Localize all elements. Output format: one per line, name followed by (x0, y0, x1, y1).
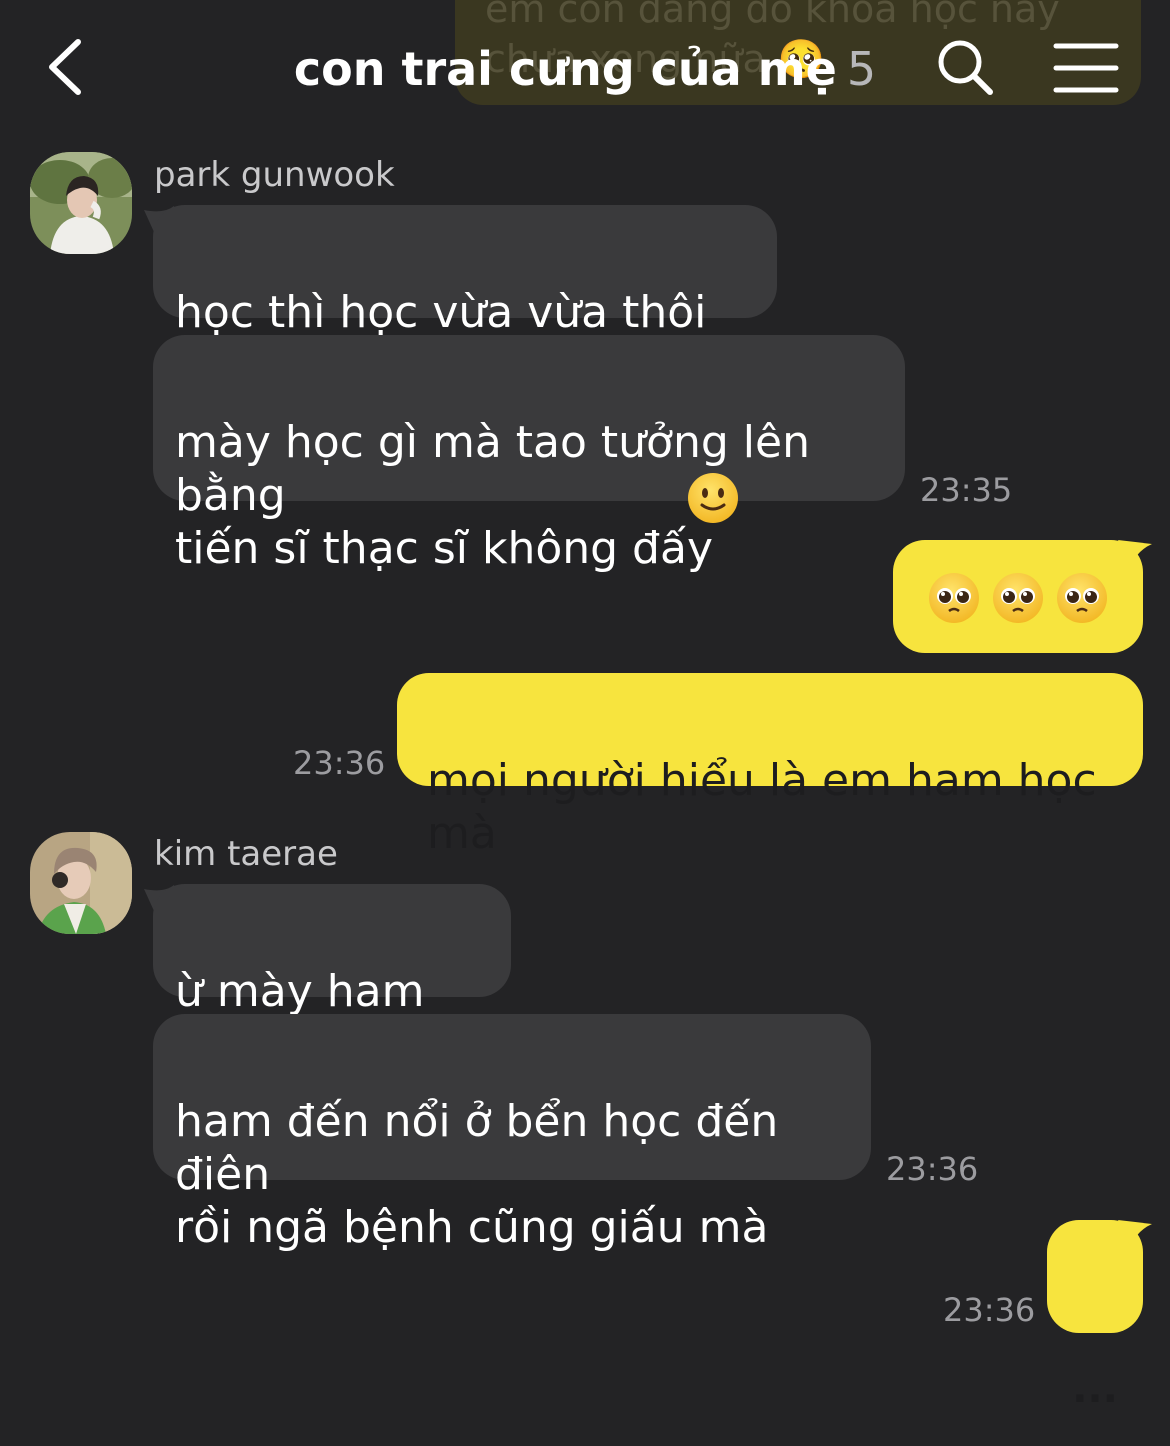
slight-smile-emoji (687, 419, 739, 536)
message-bubble-outgoing[interactable]: mọi người hiểu là em ham học mà (397, 673, 1143, 859)
message-bubble[interactable]: ừ mày ham học (153, 884, 511, 1070)
message-timestamp: 23:36 (886, 1150, 979, 1188)
avatar[interactable] (30, 152, 132, 254)
message-timestamp: 23:36 (943, 1291, 1036, 1329)
message-text: mọi người hiểu là em ham học mà (427, 755, 1097, 859)
message-text: ... (1072, 1366, 1118, 1412)
search-icon[interactable] (934, 36, 996, 98)
message-bubble[interactable]: mày học gì mà tao tưởng lên bằng tiến sĩ… (153, 335, 905, 574)
pleading-face-emoji-group (928, 572, 1128, 624)
sender-name: park gunwook (154, 155, 395, 195)
avatar[interactable] (30, 832, 132, 934)
chat-title-text: con trai cưng của mẹ (293, 42, 837, 96)
chat-title: con trai cưng của mẹ 5 (250, 38, 920, 100)
member-count: 5 (846, 42, 877, 96)
bubble-tail (1118, 1220, 1152, 1246)
message-timestamp: 23:36 (293, 744, 386, 782)
sender-name: kim taerae (154, 834, 338, 874)
pleading-face-icon (929, 573, 1107, 623)
message-text: ham đến nổi ở bển học đến điên rồi ngã b… (175, 1096, 779, 1253)
bubble-tail (1118, 540, 1152, 566)
hamburger-menu-icon[interactable] (1052, 40, 1120, 96)
message-timestamp: 23:35 (920, 471, 1013, 509)
message-bubble[interactable]: ham đến nổi ở bển học đến điên rồi ngã b… (153, 1014, 871, 1253)
message-bubble[interactable]: học thì học vừa vừa thôi chứ (153, 205, 777, 391)
chevron-left-icon[interactable] (42, 36, 92, 98)
